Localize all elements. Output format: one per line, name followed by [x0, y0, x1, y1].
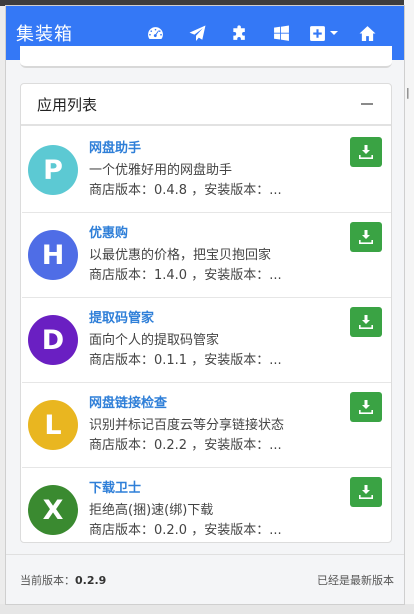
avatar: P	[28, 145, 78, 195]
update-status: 已经是最新版本	[317, 573, 394, 587]
download-icon	[359, 145, 373, 159]
app-version: 商店版本：0.1.1 ，安装版本：...	[89, 353, 282, 368]
app-version: 商店版本：1.4.0 ，安装版本：...	[89, 268, 282, 283]
panel-header: 应用列表	[21, 84, 391, 126]
chevron-down-icon	[329, 31, 338, 35]
avatar: X	[28, 485, 78, 535]
list-item: D 提取码管家 面向个人的提取码管家 商店版本：0.1.1 ，安装版本：...	[22, 298, 391, 383]
app-list: P 网盘助手 一个优雅好用的网盘助手 商店版本：0.4.8 ，安装版本：... …	[21, 128, 391, 542]
app-description: 以最优惠的价格，把宝贝抱回家	[89, 248, 272, 263]
app-name-link[interactable]: 网盘助手	[89, 137, 141, 156]
app-description: 一个优雅好用的网盘助手	[89, 163, 233, 178]
list-item: X 下载卫士 拒绝高(捆)速(绑)下载 商店版本：0.2.0 ，安装版本：...	[22, 468, 391, 542]
app-description: 识别并标记百度云等分享链接状态	[89, 418, 285, 433]
download-icon	[359, 315, 373, 329]
current-version-number: 0.2.9	[75, 573, 107, 587]
app-version: 商店版本：0.2.0 ，安装版本：...	[89, 523, 282, 538]
app-description: 面向个人的提取码管家	[89, 333, 220, 348]
background-page-bottom	[0, 604, 414, 614]
download-button[interactable]	[350, 222, 382, 252]
background-page-edge: |	[404, 0, 414, 614]
brand-title: 集装箱	[16, 24, 73, 45]
previous-card-edge	[20, 46, 392, 68]
app-name-link[interactable]: 优惠购	[89, 222, 128, 241]
extension-popup: 集装箱 应用列表 P 网盘助手 一个优雅好用的网盘助手 商店版本：0.4.8 ，…	[6, 6, 404, 604]
app-description: 拒绝高(捆)速(绑)下载	[89, 503, 214, 518]
panel-title: 应用列表	[37, 95, 98, 114]
download-button[interactable]	[350, 307, 382, 337]
footer: 当前版本：0.2.9 已经是最新版本	[6, 554, 404, 604]
app-name-link[interactable]: 提取码管家	[89, 307, 154, 326]
list-item: P 网盘助手 一个优雅好用的网盘助手 商店版本：0.4.8 ，安装版本：...	[22, 128, 391, 213]
download-icon	[359, 485, 373, 499]
avatar: D	[28, 315, 78, 365]
avatar: H	[28, 230, 78, 280]
current-version-label: 当前版本：	[20, 573, 75, 587]
download-button[interactable]	[350, 477, 382, 507]
download-icon	[359, 230, 373, 244]
download-icon	[359, 400, 373, 414]
app-name-link[interactable]: 网盘链接检查	[89, 392, 167, 411]
minus-icon	[361, 103, 373, 105]
download-button[interactable]	[350, 392, 382, 422]
download-button[interactable]	[350, 137, 382, 167]
avatar: L	[28, 400, 78, 450]
app-version: 商店版本：0.4.8 ，安装版本：...	[89, 183, 282, 198]
list-item: H 优惠购 以最优惠的价格，把宝贝抱回家 商店版本：1.4.0 ，安装版本：..…	[22, 213, 391, 298]
current-version-info: 当前版本：0.2.9	[20, 572, 106, 588]
collapse-button[interactable]	[359, 96, 375, 112]
app-version: 商店版本：0.2.2 ，安装版本：...	[89, 438, 282, 453]
list-item: L 网盘链接检查 识别并标记百度云等分享链接状态 商店版本：0.2.2 ，安装版…	[22, 383, 391, 468]
app-list-panel: 应用列表 P 网盘助手 一个优雅好用的网盘助手 商店版本：0.4.8 ，安装版本…	[20, 83, 392, 543]
app-name-link[interactable]: 下载卫士	[89, 477, 141, 496]
